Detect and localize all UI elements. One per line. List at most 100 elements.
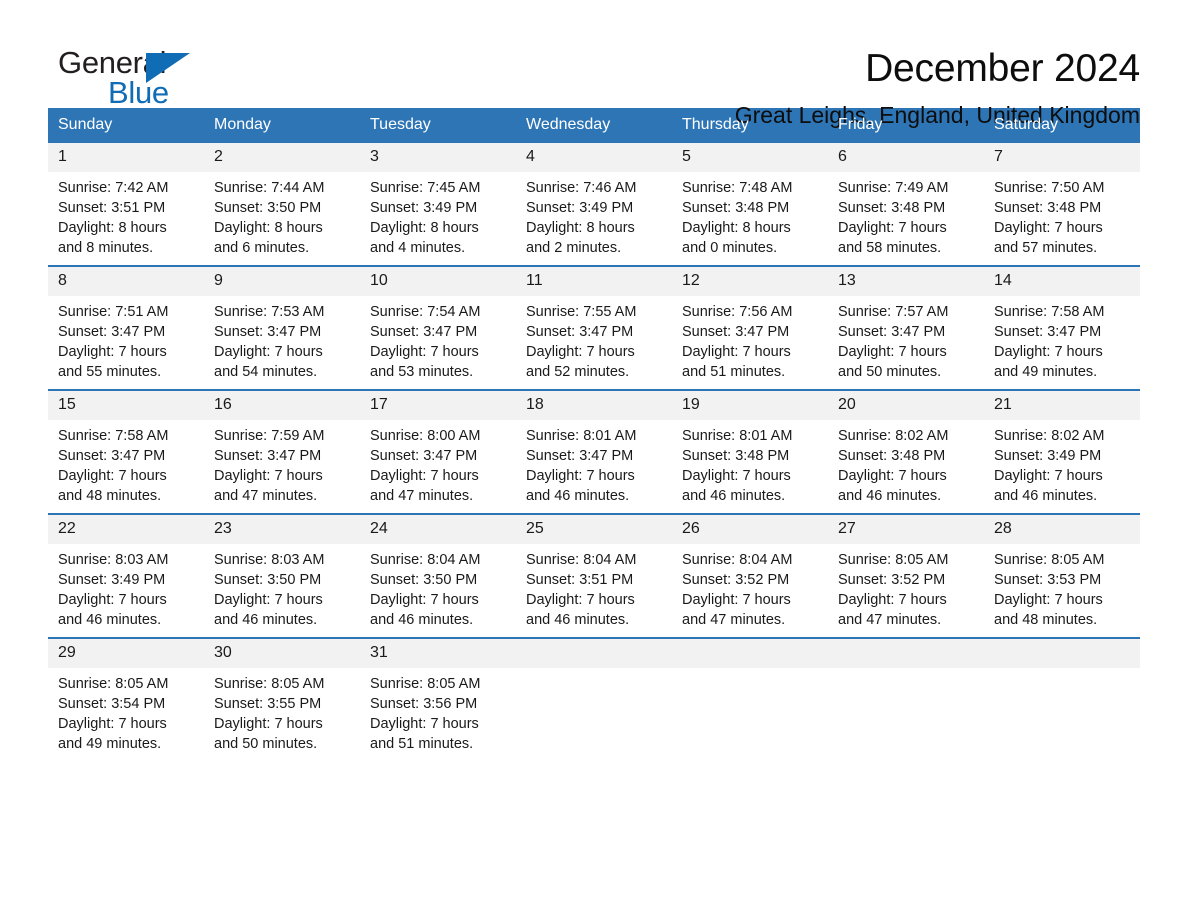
day-details: Sunrise: 7:51 AM Sunset: 3:47 PM Daylight:… bbox=[48, 296, 204, 382]
calendar-day-cell[interactable]: 22 Sunrise: 8:03 AM Sunset: 3:49 PM Dayligh… bbox=[48, 515, 204, 630]
sunset-text: Sunset: 3:47 PM bbox=[370, 448, 478, 464]
calendar-day-cell[interactable]: 4 Sunrise: 7:46 AM Sunset: 3:49 PM Daylight… bbox=[516, 143, 672, 258]
day-details: Sunrise: 7:57 AM Sunset: 3:47 PM Daylight:… bbox=[828, 296, 984, 382]
sunset-text: Sunset: 3:49 PM bbox=[526, 200, 634, 216]
calendar-day-cell[interactable]: 24 Sunrise: 8:04 AM Sunset: 3:50 PM Dayligh… bbox=[360, 515, 516, 630]
calendar-day-cell-empty bbox=[516, 639, 672, 754]
daylight-text-line2: and 57 minutes. bbox=[994, 240, 1098, 256]
day-number: 28 bbox=[984, 515, 1140, 544]
sunrise-text: Sunrise: 7:51 AM bbox=[58, 304, 169, 320]
calendar-day-cell[interactable]: 29 Sunrise: 8:05 AM Sunset: 3:54 PM Dayligh… bbox=[48, 639, 204, 754]
sunset-text: Sunset: 3:47 PM bbox=[526, 324, 634, 340]
sunset-text: Sunset: 3:50 PM bbox=[214, 572, 322, 588]
daylight-text-line1: Daylight: 7 hours bbox=[58, 468, 167, 484]
calendar-day-cell[interactable]: 27 Sunrise: 8:05 AM Sunset: 3:52 PM Dayligh… bbox=[828, 515, 984, 630]
calendar-day-cell[interactable]: 20 Sunrise: 8:02 AM Sunset: 3:48 PM Dayligh… bbox=[828, 391, 984, 506]
sunset-text: Sunset: 3:47 PM bbox=[58, 448, 166, 464]
day-number: 18 bbox=[516, 391, 672, 420]
day-number: 31 bbox=[360, 639, 516, 668]
sunset-text: Sunset: 3:47 PM bbox=[526, 448, 634, 464]
day-number: 21 bbox=[984, 391, 1140, 420]
day-details: Sunrise: 8:00 AM Sunset: 3:47 PM Daylight:… bbox=[360, 420, 516, 506]
sunrise-text: Sunrise: 8:02 AM bbox=[994, 428, 1105, 444]
daylight-text-line1: Daylight: 8 hours bbox=[370, 220, 479, 236]
calendar-day-cell[interactable]: 21 Sunrise: 8:02 AM Sunset: 3:49 PM Dayligh… bbox=[984, 391, 1140, 506]
day-number: 12 bbox=[672, 267, 828, 296]
day-details: Sunrise: 7:48 AM Sunset: 3:48 PM Daylight:… bbox=[672, 172, 828, 258]
day-details: Sunrise: 8:03 AM Sunset: 3:50 PM Daylight:… bbox=[204, 544, 360, 630]
sunset-text: Sunset: 3:48 PM bbox=[838, 200, 946, 216]
day-number: 20 bbox=[828, 391, 984, 420]
calendar-day-cell[interactable]: 3 Sunrise: 7:45 AM Sunset: 3:49 PM Daylight… bbox=[360, 143, 516, 258]
day-number bbox=[984, 639, 1140, 668]
daylight-text-line2: and 46 minutes. bbox=[370, 612, 474, 628]
sunset-text: Sunset: 3:49 PM bbox=[58, 572, 166, 588]
daylight-text-line2: and 47 minutes. bbox=[370, 488, 474, 504]
calendar-day-cell[interactable]: 1 Sunrise: 7:42 AM Sunset: 3:51 PM Daylight… bbox=[48, 143, 204, 258]
calendar-day-cell-empty bbox=[672, 639, 828, 754]
calendar-day-cell[interactable]: 12 Sunrise: 7:56 AM Sunset: 3:47 PM Dayligh… bbox=[672, 267, 828, 382]
calendar-week-row: 29 Sunrise: 8:05 AM Sunset: 3:54 PM Dayligh… bbox=[48, 637, 1140, 754]
daylight-text-line2: and 47 minutes. bbox=[214, 488, 318, 504]
calendar-day-cell[interactable]: 30 Sunrise: 8:05 AM Sunset: 3:55 PM Dayligh… bbox=[204, 639, 360, 754]
day-number: 4 bbox=[516, 143, 672, 172]
calendar-day-cell[interactable]: 9 Sunrise: 7:53 AM Sunset: 3:47 PM Daylight… bbox=[204, 267, 360, 382]
daylight-text-line1: Daylight: 7 hours bbox=[682, 592, 791, 608]
calendar-day-cell[interactable]: 7 Sunrise: 7:50 AM Sunset: 3:48 PM Daylight… bbox=[984, 143, 1140, 258]
calendar-week-row: 8 Sunrise: 7:51 AM Sunset: 3:47 PM Daylight… bbox=[48, 265, 1140, 382]
day-number: 1 bbox=[48, 143, 204, 172]
daylight-text-line1: Daylight: 7 hours bbox=[214, 592, 323, 608]
day-details: Sunrise: 8:05 AM Sunset: 3:54 PM Daylight:… bbox=[48, 668, 204, 754]
daylight-text-line2: and 46 minutes. bbox=[58, 612, 162, 628]
calendar-day-cell[interactable]: 19 Sunrise: 8:01 AM Sunset: 3:48 PM Dayligh… bbox=[672, 391, 828, 506]
daylight-text-line1: Daylight: 7 hours bbox=[838, 592, 947, 608]
daylight-text-line2: and 54 minutes. bbox=[214, 364, 318, 380]
calendar-day-cell[interactable]: 13 Sunrise: 7:57 AM Sunset: 3:47 PM Dayligh… bbox=[828, 267, 984, 382]
calendar-day-cell[interactable]: 6 Sunrise: 7:49 AM Sunset: 3:48 PM Daylight… bbox=[828, 143, 984, 258]
calendar-day-cell[interactable]: 28 Sunrise: 8:05 AM Sunset: 3:53 PM Dayligh… bbox=[984, 515, 1140, 630]
calendar-day-cell[interactable]: 8 Sunrise: 7:51 AM Sunset: 3:47 PM Daylight… bbox=[48, 267, 204, 382]
sunset-text: Sunset: 3:52 PM bbox=[682, 572, 790, 588]
calendar-day-cell[interactable]: 17 Sunrise: 8:00 AM Sunset: 3:47 PM Dayligh… bbox=[360, 391, 516, 506]
calendar-day-cell[interactable]: 14 Sunrise: 7:58 AM Sunset: 3:47 PM Dayligh… bbox=[984, 267, 1140, 382]
calendar-day-cell[interactable]: 5 Sunrise: 7:48 AM Sunset: 3:48 PM Daylight… bbox=[672, 143, 828, 258]
sunrise-text: Sunrise: 7:55 AM bbox=[526, 304, 637, 320]
daylight-text-line2: and 49 minutes. bbox=[58, 736, 162, 752]
calendar-day-cell[interactable]: 23 Sunrise: 8:03 AM Sunset: 3:50 PM Dayligh… bbox=[204, 515, 360, 630]
calendar-day-cell[interactable]: 18 Sunrise: 8:01 AM Sunset: 3:47 PM Dayligh… bbox=[516, 391, 672, 506]
calendar-day-cell[interactable]: 10 Sunrise: 7:54 AM Sunset: 3:47 PM Dayligh… bbox=[360, 267, 516, 382]
day-number bbox=[516, 639, 672, 668]
calendar-day-cell[interactable]: 2 Sunrise: 7:44 AM Sunset: 3:50 PM Daylight… bbox=[204, 143, 360, 258]
sunrise-text: Sunrise: 7:56 AM bbox=[682, 304, 793, 320]
daylight-text-line1: Daylight: 7 hours bbox=[58, 716, 167, 732]
daylight-text-line2: and 51 minutes. bbox=[682, 364, 786, 380]
sunrise-text: Sunrise: 8:04 AM bbox=[370, 552, 481, 568]
day-number: 24 bbox=[360, 515, 516, 544]
sunset-text: Sunset: 3:48 PM bbox=[682, 200, 790, 216]
weekday-saturday: Saturday bbox=[994, 116, 1059, 133]
calendar-weeks: 1 Sunrise: 7:42 AM Sunset: 3:51 PM Daylight… bbox=[48, 143, 1140, 754]
day-details: Sunrise: 7:45 AM Sunset: 3:49 PM Daylight:… bbox=[360, 172, 516, 258]
daylight-text-line1: Daylight: 8 hours bbox=[58, 220, 167, 236]
calendar-day-cell[interactable]: 26 Sunrise: 8:04 AM Sunset: 3:52 PM Dayligh… bbox=[672, 515, 828, 630]
day-details: Sunrise: 8:05 AM Sunset: 3:56 PM Daylight:… bbox=[360, 668, 516, 754]
calendar-day-cell[interactable]: 16 Sunrise: 7:59 AM Sunset: 3:47 PM Dayligh… bbox=[204, 391, 360, 506]
calendar-day-cell[interactable]: 25 Sunrise: 8:04 AM Sunset: 3:51 PM Dayligh… bbox=[516, 515, 672, 630]
day-details: Sunrise: 7:46 AM Sunset: 3:49 PM Daylight:… bbox=[516, 172, 672, 258]
sunrise-sunset-calendar: Sunday Monday Tuesday Wednesday Thursday… bbox=[48, 108, 1140, 754]
calendar-day-cell[interactable]: 15 Sunrise: 7:58 AM Sunset: 3:47 PM Dayligh… bbox=[48, 391, 204, 506]
daylight-text-line1: Daylight: 7 hours bbox=[370, 716, 479, 732]
day-number: 14 bbox=[984, 267, 1140, 296]
day-number: 29 bbox=[48, 639, 204, 668]
sunrise-text: Sunrise: 7:58 AM bbox=[58, 428, 169, 444]
sunset-text: Sunset: 3:48 PM bbox=[994, 200, 1102, 216]
calendar-day-cell[interactable]: 11 Sunrise: 7:55 AM Sunset: 3:47 PM Dayligh… bbox=[516, 267, 672, 382]
calendar-week-row: 22 Sunrise: 8:03 AM Sunset: 3:49 PM Dayligh… bbox=[48, 513, 1140, 630]
calendar-day-cell[interactable]: 31 Sunrise: 8:05 AM Sunset: 3:56 PM Dayligh… bbox=[360, 639, 516, 754]
page-title: December 2024 bbox=[865, 47, 1140, 90]
day-details: Sunrise: 8:05 AM Sunset: 3:55 PM Daylight:… bbox=[204, 668, 360, 754]
day-details: Sunrise: 8:04 AM Sunset: 3:51 PM Daylight:… bbox=[516, 544, 672, 630]
day-details: Sunrise: 7:58 AM Sunset: 3:47 PM Daylight:… bbox=[48, 420, 204, 506]
daylight-text-line2: and 46 minutes. bbox=[682, 488, 786, 504]
day-number: 25 bbox=[516, 515, 672, 544]
